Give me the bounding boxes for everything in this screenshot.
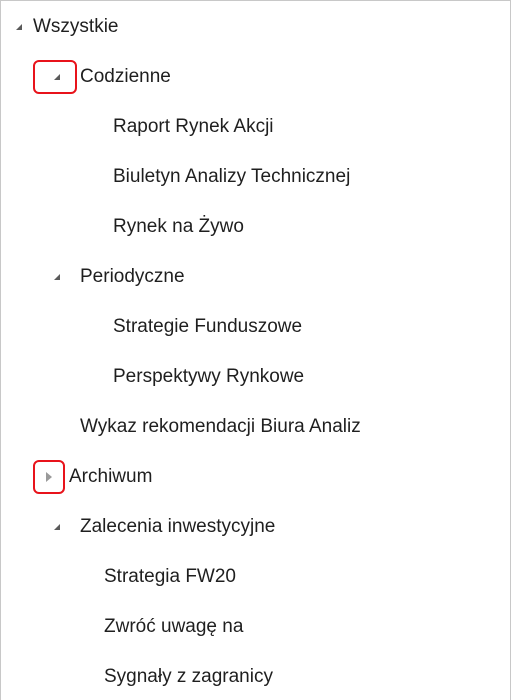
tree-leaf-label: Perspektywy Rynkowe bbox=[113, 366, 305, 387]
tree-leaf-strategia-fw20[interactable]: Strategia FW20 bbox=[1, 557, 510, 597]
tree-leaf-label: Strategia FW20 bbox=[104, 566, 236, 587]
tree-node-label: Archiwum bbox=[69, 466, 153, 487]
tree-leaf-label: Zwróć uwagę na bbox=[104, 616, 244, 637]
category-tree: Wszystkie Codzienne Raport Rynek Akcji B… bbox=[0, 0, 511, 700]
tree-node-label: Periodyczne bbox=[80, 266, 185, 287]
triangle-expanded-icon[interactable] bbox=[51, 271, 63, 283]
tree-node-codzienne[interactable]: Codzienne bbox=[1, 57, 510, 97]
tree-node-wszystkie[interactable]: Wszystkie bbox=[1, 7, 510, 47]
triangle-expanded-icon[interactable] bbox=[51, 521, 63, 533]
triangle-expanded-icon[interactable] bbox=[13, 21, 25, 33]
tree-leaf-sygnaly-z-zagranicy[interactable]: Sygnały z zagranicy bbox=[1, 657, 510, 697]
tree-node-label: Zalecenia inwestycyjne bbox=[80, 516, 276, 537]
tree-node-label: Wszystkie bbox=[33, 16, 119, 37]
tree-leaf-strategie-funduszowe[interactable]: Strategie Funduszowe bbox=[1, 307, 510, 347]
tree-node-label: Codzienne bbox=[80, 66, 171, 87]
tree-leaf-label: Strategie Funduszowe bbox=[113, 316, 303, 337]
tree-leaf-perspektywy-rynkowe[interactable]: Perspektywy Rynkowe bbox=[1, 357, 510, 397]
tree-node-zalecenia-inwestycyjne[interactable]: Zalecenia inwestycyjne bbox=[1, 507, 510, 547]
tree-leaf-wykaz-rekomendacji[interactable]: Wykaz rekomendacji Biura Analiz bbox=[1, 407, 510, 447]
triangle-expanded-icon[interactable] bbox=[51, 71, 63, 83]
tree-leaf-biuletyn-analizy-technicznej[interactable]: Biuletyn Analizy Technicznej bbox=[1, 157, 510, 197]
tree-leaf-label: Raport Rynek Akcji bbox=[113, 116, 274, 137]
tree-leaf-label: Biuletyn Analizy Technicznej bbox=[113, 166, 351, 187]
tree-node-archiwum[interactable]: Archiwum bbox=[1, 457, 510, 497]
tree-leaf-label: Wykaz rekomendacji Biura Analiz bbox=[80, 416, 361, 437]
tree-leaf-rynek-na-zywo[interactable]: Rynek na Żywo bbox=[1, 207, 510, 247]
triangle-collapsed-icon[interactable] bbox=[43, 471, 55, 483]
tree-leaf-raport-rynek-akcji[interactable]: Raport Rynek Akcji bbox=[1, 107, 510, 147]
tree-node-periodyczne[interactable]: Periodyczne bbox=[1, 257, 510, 297]
tree-leaf-zwroc-uwage-na[interactable]: Zwróć uwagę na bbox=[1, 607, 510, 647]
tree-leaf-label: Sygnały z zagranicy bbox=[104, 666, 273, 687]
tree-leaf-label: Rynek na Żywo bbox=[113, 216, 244, 237]
